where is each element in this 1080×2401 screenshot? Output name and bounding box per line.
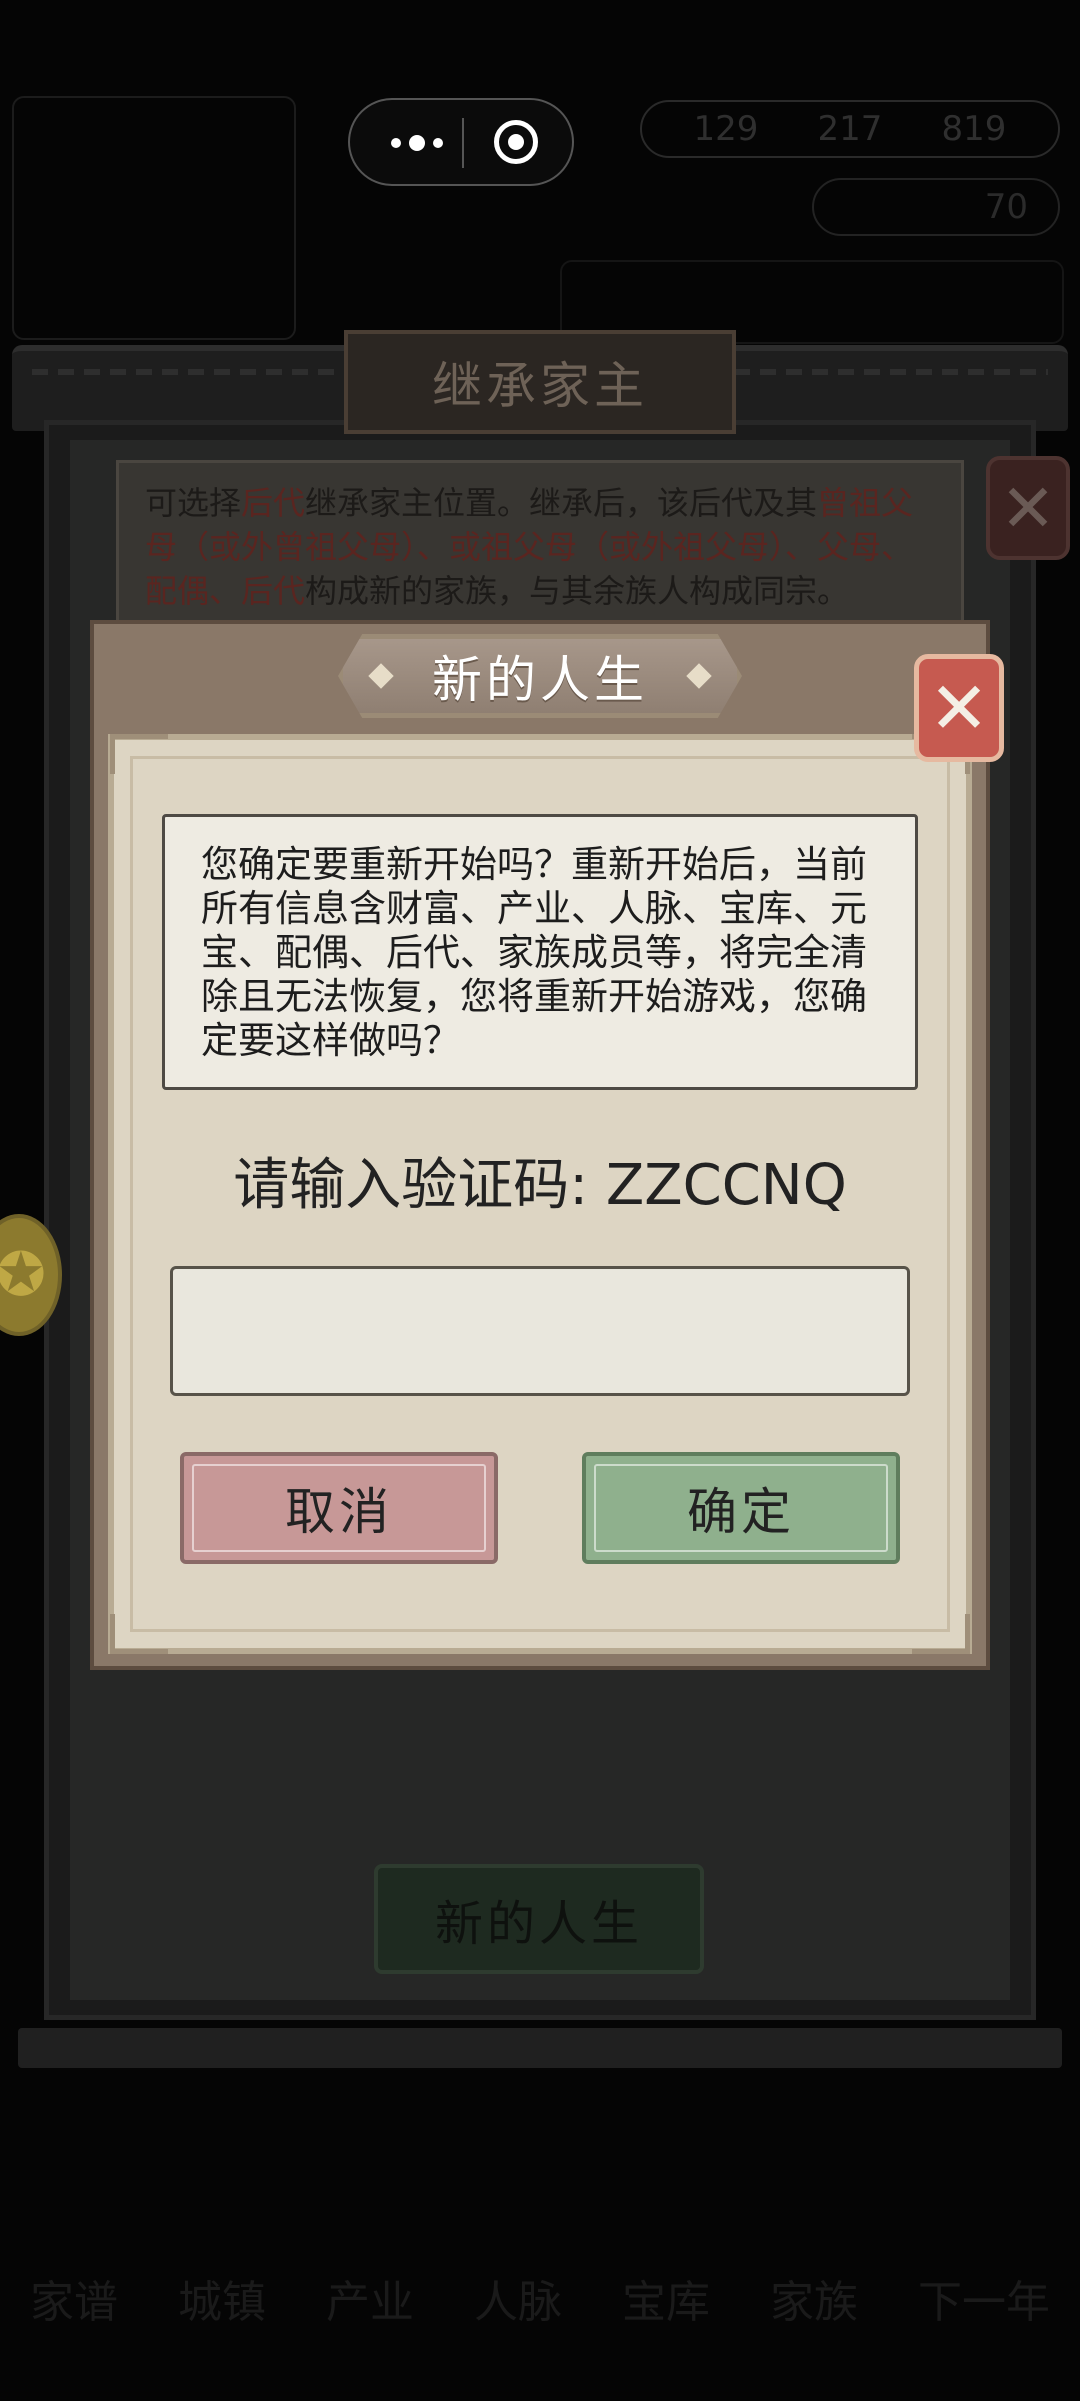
desc-segment-highlight: 后代 <box>241 484 306 522</box>
corner-ornament <box>912 1614 970 1654</box>
close-miniprogram-icon[interactable] <box>494 120 538 164</box>
resource-bar: 129 217 819 <box>640 100 1060 158</box>
resource-value-1: 129 <box>693 109 759 149</box>
dialog-title: 新的人生 <box>432 651 648 709</box>
verification-code-label: 请输入验证码: ZZCCNQ <box>233 1152 847 1218</box>
mini-program-capsule <box>348 98 574 186</box>
warning-message: 您确定要重新开始吗？重新开始后，当前所有信息含财富、产业、人脉、宝库、元宝、配偶… <box>162 814 918 1090</box>
close-icon: ✕ <box>928 666 990 750</box>
new-life-button[interactable]: 新的人生 <box>374 1864 704 1974</box>
dialog-title-banner: 新的人生 <box>338 634 742 718</box>
ingot-value: 70 <box>984 187 1028 227</box>
inherit-description: 可选择后代继承家主位置。继承后，该后代及其曾祖父母（或外曾祖父母）、或祖父母（或… <box>116 460 964 630</box>
cancel-button[interactable]: 取消 <box>180 1452 498 1564</box>
nav-item-genealogy[interactable]: 家谱 <box>30 2266 118 2330</box>
confirm-button[interactable]: 确定 <box>582 1452 900 1564</box>
corner-ornament <box>110 734 168 774</box>
nav-item-network[interactable]: 人脉 <box>474 2266 562 2330</box>
resource-value-2: 217 <box>817 109 883 149</box>
panel-close-button[interactable]: ✕ <box>986 456 1070 560</box>
cancel-label: 取消 <box>285 1483 393 1541</box>
verification-code-input[interactable] <box>170 1266 910 1396</box>
desc-segment: 可选择 <box>145 484 242 522</box>
nav-item-next-year[interactable]: 下一年 <box>918 2266 1050 2330</box>
nav-item-town[interactable]: 城镇 <box>178 2266 266 2330</box>
avatar-frame <box>12 96 296 340</box>
more-menu-icon[interactable] <box>382 128 452 158</box>
nav-item-treasury[interactable]: 宝库 <box>622 2266 710 2330</box>
ingot-bar: 70 <box>812 178 1060 236</box>
desc-segment: 构成新的家族，与其余族人构成同宗。 <box>305 572 850 610</box>
capsule-divider <box>462 118 464 168</box>
bottom-nav: 家谱 城镇 产业 人脉 宝库 家族 下一年 <box>0 2210 1080 2330</box>
resource-value-3: 819 <box>941 109 1007 149</box>
nav-item-industry[interactable]: 产业 <box>326 2266 414 2330</box>
desc-segment: 继承家主位置。继承后，该后代及其 <box>305 484 818 522</box>
corner-ornament <box>110 1614 168 1654</box>
panel-base <box>18 2028 1062 2068</box>
close-icon: ✕ <box>1000 469 1056 547</box>
confirm-label: 确定 <box>687 1483 795 1541</box>
nav-item-family[interactable]: 家族 <box>770 2266 858 2330</box>
panel-title: 继承家主 <box>344 330 736 434</box>
dialog-close-button[interactable]: ✕ <box>914 654 1004 762</box>
